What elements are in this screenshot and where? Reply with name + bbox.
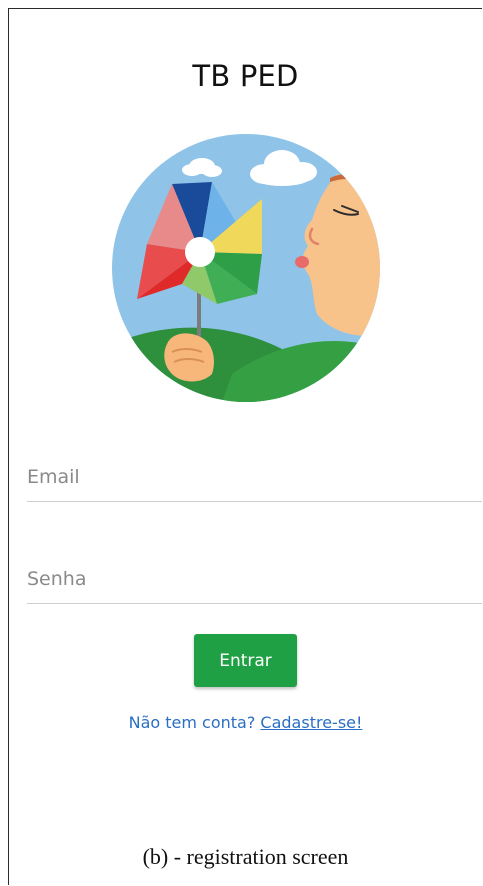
child-blowing-pinwheel-icon	[112, 134, 380, 402]
password-input[interactable]	[27, 555, 482, 603]
app-screen: TB PED Email Entrar Não tem conta? Cadas…	[8, 8, 482, 885]
signup-prompt-line: Não tem conta? Cadastre-se!	[9, 713, 482, 732]
submit-button[interactable]: Entrar	[194, 634, 297, 687]
figure-caption: (b) - registration screen	[142, 844, 349, 869]
email-field[interactable]	[27, 453, 482, 502]
email-input[interactable]	[27, 453, 482, 501]
signup-link[interactable]: Cadastre-se!	[260, 713, 362, 732]
app-title: TB PED	[192, 59, 299, 93]
signup-prompt-text: Não tem conta?	[128, 713, 256, 732]
password-field[interactable]	[27, 555, 482, 604]
